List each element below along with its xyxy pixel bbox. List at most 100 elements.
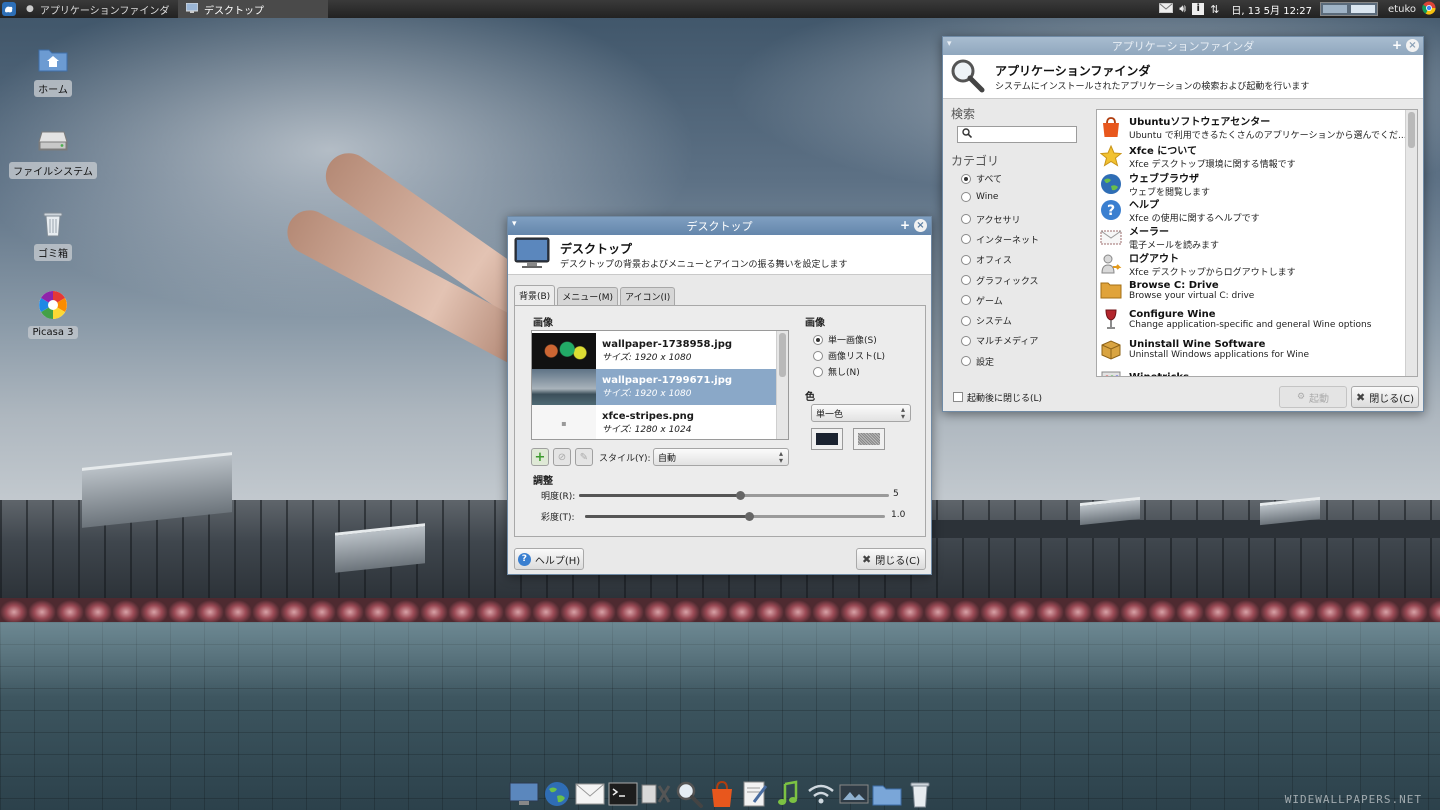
application-list-item[interactable]: Uninstall Wine Software Uninstall Windows… xyxy=(1099,337,1405,361)
workspace-pager[interactable] xyxy=(1320,2,1379,16)
application-list-item[interactable]: Winetricks xyxy=(1099,365,1405,376)
image-viewer-icon[interactable] xyxy=(839,778,870,810)
radio-button[interactable] xyxy=(961,214,971,225)
wallpaper-list-item[interactable]: wallpaper-1738958.jpg サイズ: 1920 x 1080 xyxy=(532,333,778,369)
radio-button[interactable] xyxy=(813,366,823,377)
style-dropdown[interactable]: 自動 ▴ ▾ xyxy=(653,448,789,466)
info-icon[interactable]: i xyxy=(1192,3,1205,15)
application-list-item[interactable]: ウェブブラウザ ウェブを閲覧します xyxy=(1099,170,1405,198)
close-button[interactable]: ✖ 閉じる(C) xyxy=(1351,386,1419,408)
window-titlebar[interactable]: ▾ デスクトップ + × xyxy=(508,217,931,235)
category-radio-7[interactable]: ゲーム xyxy=(961,294,1003,307)
category-radio-3[interactable]: アクセサリ xyxy=(961,213,1021,226)
magnifier-icon[interactable] xyxy=(673,778,704,810)
radio-button[interactable] xyxy=(961,275,971,285)
workspace-2[interactable] xyxy=(1351,5,1376,13)
tab-icons[interactable]: アイコン(I) xyxy=(620,287,676,305)
radio-button[interactable] xyxy=(961,356,971,367)
desktop-icon-filesystem[interactable]: ファイルシステム xyxy=(9,124,97,179)
trash-icon[interactable] xyxy=(905,778,936,810)
scrollbar-thumb[interactable] xyxy=(1408,112,1415,148)
xfce-menu-button[interactable] xyxy=(0,0,18,18)
radio-button[interactable] xyxy=(813,334,823,345)
application-list-item[interactable]: Xfce について Xfce デスクトップ環境に関する情報です xyxy=(1099,142,1405,170)
remove-wallpaper-button[interactable]: ⊘ xyxy=(553,448,571,466)
category-radio-6[interactable]: グラフィックス xyxy=(961,274,1039,287)
wallpaper-list-item-selected[interactable]: wallpaper-1799671.jpg サイズ: 1920 x 1080 xyxy=(532,369,778,405)
clock[interactable]: 日, 13 5月 12:27 xyxy=(1223,2,1320,17)
volume-icon[interactable]: 🔊︎ xyxy=(1179,2,1186,16)
radio-button[interactable] xyxy=(813,350,823,361)
radio-button[interactable] xyxy=(961,295,971,306)
category-radio-5[interactable]: オフィス xyxy=(961,253,1012,266)
add-wallpaper-button[interactable]: + xyxy=(531,448,549,466)
application-list-item[interactable]: メーラー 電子メールを読みます xyxy=(1099,223,1405,251)
application-list-item[interactable]: Browse C: Drive Browse your virtual C: dr… xyxy=(1099,278,1405,302)
maximize-icon[interactable]: + xyxy=(1392,39,1402,52)
clear-wallpaper-button[interactable]: ✎ xyxy=(575,448,593,466)
category-radio-1[interactable]: すべて xyxy=(961,172,1002,185)
primary-color-button[interactable] xyxy=(811,428,843,450)
slider-knob[interactable] xyxy=(744,512,754,521)
maximize-icon[interactable]: + xyxy=(900,219,910,232)
folder-icon[interactable] xyxy=(872,778,903,810)
window-menu-icon[interactable]: ▾ xyxy=(947,39,952,49)
application-list-item[interactable]: Configure Wine Change application-specifi… xyxy=(1099,307,1405,331)
brightness-slider[interactable] xyxy=(579,491,889,500)
slider-knob[interactable] xyxy=(736,491,746,500)
radio-none[interactable]: 無し(N) xyxy=(813,365,860,378)
close-icon[interactable]: × xyxy=(914,219,927,232)
color-style-dropdown[interactable]: 単一色 ▴ ▾ xyxy=(811,404,911,422)
radio-single-image[interactable]: 単一画像(S) xyxy=(813,333,877,346)
tab-background[interactable]: 背景(B) xyxy=(514,285,556,305)
wallpaper-list[interactable]: wallpaper-1738958.jpg サイズ: 1920 x 1080 w… xyxy=(531,330,789,440)
category-radio-4[interactable]: インターネット xyxy=(961,233,1039,246)
radio-button[interactable] xyxy=(961,234,971,245)
web-browser-icon[interactable] xyxy=(541,778,572,810)
radio-image-list[interactable]: 画像リスト(L) xyxy=(813,349,885,362)
user-name[interactable]: etuko xyxy=(1378,4,1420,15)
application-list[interactable]: Ubuntuソフトウェアセンター Ubuntu で利用できるたくさんのアプリケーシ… xyxy=(1096,109,1418,377)
category-radio-9[interactable]: マルチメディア xyxy=(961,334,1038,347)
radio-button[interactable] xyxy=(961,192,971,203)
network-wifi-icon[interactable] xyxy=(806,778,837,810)
saturation-slider[interactable] xyxy=(585,512,885,521)
window-titlebar[interactable]: ▾ アプリケーションファインダ + × xyxy=(943,37,1423,55)
launch-button[interactable]: ⚙ 起動 xyxy=(1279,386,1347,408)
workspace-1[interactable] xyxy=(1323,5,1348,13)
radio-button[interactable] xyxy=(961,315,971,326)
radio-button[interactable] xyxy=(961,173,971,184)
tab-menu[interactable]: メニュー(M) xyxy=(557,287,618,305)
wallpaper-list-scrollbar[interactable] xyxy=(776,331,788,439)
radio-button[interactable] xyxy=(961,254,971,265)
category-radio-2[interactable]: Wine xyxy=(961,192,998,203)
taskbar-item-desktop[interactable]: デスクトップ xyxy=(178,0,328,18)
category-radio-8[interactable]: システム xyxy=(961,314,1012,327)
chrome-icon[interactable] xyxy=(1422,1,1436,18)
secondary-color-button[interactable] xyxy=(853,428,885,450)
music-note-icon[interactable] xyxy=(773,778,804,810)
close-after-launch-checkbox[interactable] xyxy=(953,392,963,402)
category-radio-10[interactable]: 設定 xyxy=(961,355,994,368)
search-input[interactable] xyxy=(957,126,1077,143)
mail-icon[interactable] xyxy=(1159,2,1174,16)
taskbar-item-app-finder[interactable]: ● アプリケーションファインダ xyxy=(18,0,178,18)
window-menu-icon[interactable]: ▾ xyxy=(512,219,517,229)
application-list-item[interactable]: ? ヘルプ Xfce の使用に関するヘルプです xyxy=(1099,196,1405,224)
desktop-icon-picasa[interactable]: Picasa 3 xyxy=(15,288,91,339)
close-icon[interactable]: × xyxy=(1406,39,1419,52)
application-list-item[interactable]: ログアウト Xfce デスクトップからログアウトします xyxy=(1099,250,1405,278)
software-center-icon[interactable] xyxy=(706,778,737,810)
text-editor-icon[interactable] xyxy=(740,778,771,810)
terminal-icon[interactable] xyxy=(607,778,638,810)
radio-button[interactable] xyxy=(961,335,971,346)
desktop-icon-home[interactable]: ホーム xyxy=(15,42,91,97)
help-button[interactable]: ? ヘルプ(H) xyxy=(514,548,584,570)
network-arrows-icon[interactable]: ⇅ xyxy=(1210,3,1219,16)
desktop-icon-trash[interactable]: ゴミ箱 xyxy=(15,206,91,261)
application-list-scrollbar[interactable] xyxy=(1405,110,1417,376)
scrollbar-thumb[interactable] xyxy=(779,333,786,377)
close-button[interactable]: ✖ 閉じる(C) xyxy=(856,548,926,570)
settings-tools-icon[interactable] xyxy=(640,778,671,810)
mail-icon[interactable] xyxy=(574,778,605,810)
